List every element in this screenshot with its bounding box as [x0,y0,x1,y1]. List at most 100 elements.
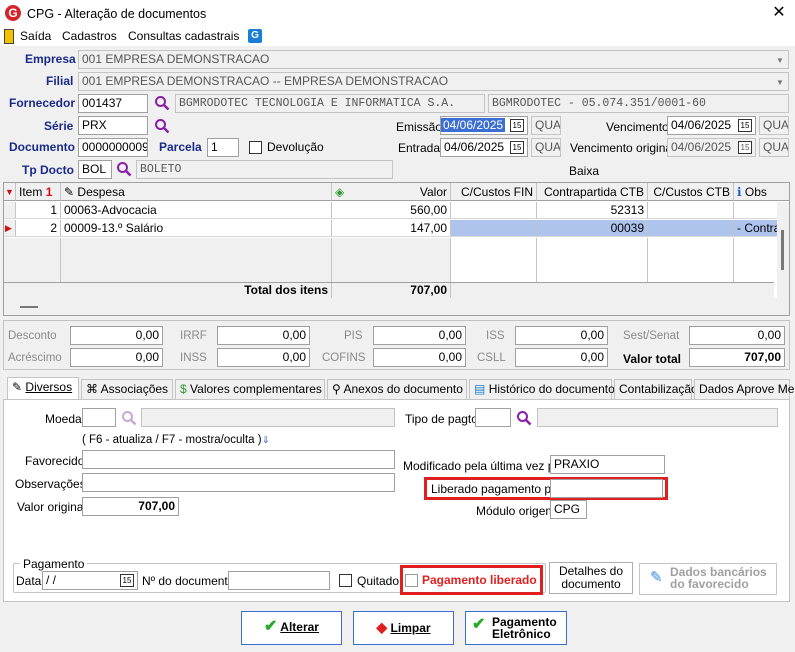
tipopagto-input[interactable] [475,408,511,427]
row-indicator [4,202,16,219]
observacoes-input[interactable] [82,473,395,492]
devolucao-label: Devolução [267,140,324,154]
irrf-field[interactable]: 0,00 [217,326,310,345]
col-item[interactable]: Item 1 [16,183,61,201]
empty-col [16,238,61,282]
quitado-checkbox[interactable] [339,574,352,587]
col-ccfin[interactable]: C/Custos FIN [451,183,537,201]
calendar-icon[interactable]: 15 [510,119,524,132]
pagamento-eletronico-label: Pagamento Eletrônico [492,615,557,641]
pagliberado-checkbox[interactable] [405,574,418,587]
tab-associacoes[interactable]: ⌘ Associações [81,379,173,399]
col-ccctb[interactable]: C/Custos CTB [648,183,734,201]
menu-sair[interactable]: Saída [20,29,51,43]
tab-valores-complementares[interactable]: $ Valores complementares [175,379,325,399]
current-row-arrow-icon: ▶ [4,220,16,237]
dados-bancarios-button: ✎ Dados bancários do favorecido [639,563,777,595]
cell-ccctb[interactable] [648,220,734,237]
tipopagto-label: Tipo de pagto [405,412,478,426]
cell-obs[interactable] [734,202,780,219]
calendar-icon[interactable]: 15 [738,119,752,132]
favorecido-input[interactable] [82,450,395,469]
pagamento-eletronico-button[interactable]: ✔ Pagamento Eletrônico [465,611,567,645]
emissao-input[interactable]: 04/06/2025 15 [440,116,528,135]
scrollbar-thumb[interactable] [781,230,784,270]
cell-obs[interactable]: - Contra [734,220,780,237]
modulo-field: CPG [550,500,587,519]
cell-contrapartida[interactable]: 00039 [537,220,648,237]
cell-despesa[interactable]: 00009-13.º Salário [61,220,332,237]
moeda-input[interactable] [82,408,116,427]
data-input[interactable]: / / 15 [42,571,138,590]
ndoc-input[interactable] [228,571,330,590]
parcela-input[interactable]: 1 [207,138,239,157]
pis-field[interactable]: 0,00 [373,326,466,345]
tab-contabilizacao[interactable]: Contabilização [614,379,698,399]
tab-valores-label: Valores complementares [190,382,322,396]
alterar-button[interactable]: ✔ Alterar [241,611,342,645]
cell-despesa[interactable]: 00063-Advocacia [61,202,332,219]
sest-field[interactable]: 0,00 [689,326,785,345]
search-icon[interactable] [154,118,170,134]
vencimento-label: Vencimento [606,120,669,134]
edit-icon: ✎ [12,380,23,394]
tab-aprove-me[interactable]: Dados Aprove Me [694,379,794,399]
col-valor[interactable]: ◈ Valor [332,183,451,201]
col-despesa[interactable]: ✎ Despesa [61,183,332,201]
calendar-icon[interactable]: 15 [120,574,134,587]
cell-item[interactable]: 1 [16,202,61,219]
scrollbar-thumb[interactable] [20,306,38,308]
fornecedor-code-input[interactable]: 001437 [78,94,148,113]
acrescimo-field[interactable]: 0,00 [70,348,163,367]
detalhes-button[interactable]: Detalhes do documento [549,562,633,594]
horizontal-scrollbar[interactable] [4,298,789,315]
cell-ccfin[interactable] [451,220,537,237]
cell-ccctb[interactable] [648,202,734,219]
cell-valor[interactable]: 147,00 [332,220,451,237]
col-contrapartida[interactable]: Contrapartida CTB [537,183,648,201]
empresa-label: Empresa [25,52,76,66]
fornecedor-name: BGMRODOTEC TECNOLOGIA E INFORMATICA S.A. [175,94,485,113]
vertical-scrollbar[interactable] [777,202,789,298]
search-icon[interactable] [116,161,132,177]
col-obs[interactable]: ℹ Obs [734,183,789,201]
cell-contrapartida[interactable]: 52313 [537,202,648,219]
vencimento-input[interactable]: 04/06/2025 15 [667,116,756,135]
cell-ccfin[interactable] [451,202,537,219]
fornecedor-label: Fornecedor [9,96,76,110]
menu-cadastros[interactable]: Cadastros [62,29,117,43]
acrescimo-label: Acréscimo [8,352,62,364]
cell-item[interactable]: 2 [16,220,61,237]
menu-consultas[interactable]: Consultas cadastrais [128,29,239,43]
serie-input[interactable]: PRX [78,116,148,135]
tab-diversos[interactable]: ✎ Diversos [7,377,79,400]
search-icon[interactable] [154,95,170,111]
close-button[interactable]: ✕ [767,3,791,23]
inss-field[interactable]: 0,00 [217,348,310,367]
money-icon: ◈ [335,185,345,199]
tab-anexos[interactable]: ⚲ Anexos do documento [327,379,467,399]
csll-field[interactable]: 0,00 [515,348,608,367]
cofins-field[interactable]: 0,00 [373,348,466,367]
devolucao-checkbox[interactable] [249,141,262,154]
entrada-input[interactable]: 04/06/2025 15 [440,138,528,157]
valortotal-field: 707,00 [689,348,785,367]
tab-historico[interactable]: ▤ Histórico do documento [469,379,615,399]
col-valor-label: Valor [419,185,447,199]
row-indicator-empty [4,238,16,282]
search-icon[interactable] [516,410,532,426]
limpar-button[interactable]: ◆ Limpar [353,611,454,645]
iss-field[interactable]: 0,00 [515,326,608,345]
desconto-field[interactable]: 0,00 [70,326,163,345]
calendar-icon[interactable]: 15 [510,141,524,154]
empresa-select[interactable]: 001 EMPRESA DEMONSTRACAO ▼ [78,50,789,69]
filial-select[interactable]: 001 EMPRESA DEMONSTRACAO -- EMPRESA DEMO… [78,72,789,91]
total-value: 707,00 [332,283,451,298]
valororiginal-field: 707,00 [82,497,179,516]
tpdocto-input[interactable]: BOL [78,160,112,179]
cell-valor[interactable]: 560,00 [332,202,451,219]
help-icon[interactable]: G [248,29,262,43]
empty-col [537,238,648,282]
documento-input[interactable]: 0000000009 [78,138,148,157]
search-icon[interactable] [121,410,137,426]
